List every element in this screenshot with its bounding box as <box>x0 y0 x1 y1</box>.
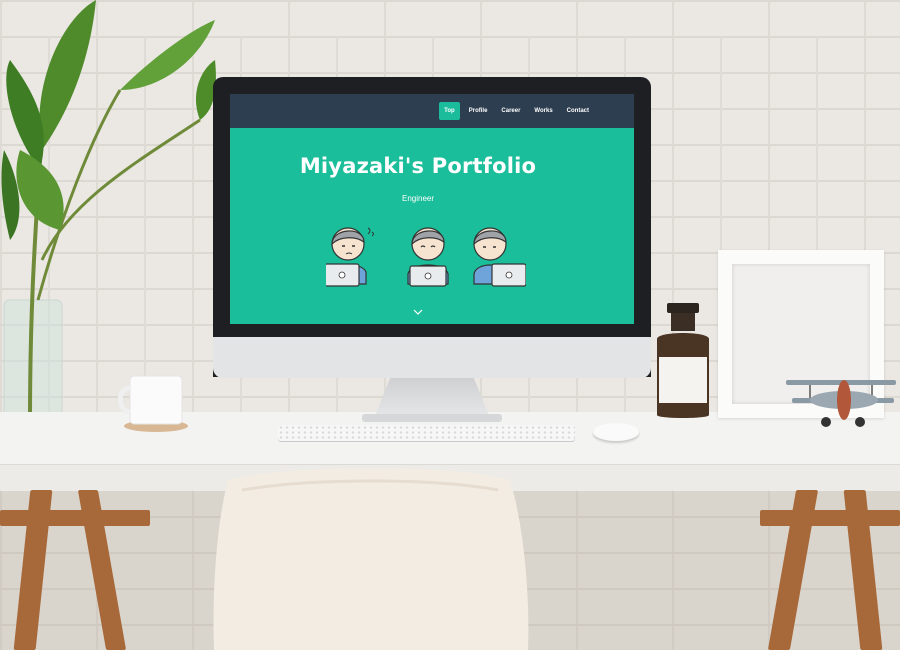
amber-bottle-photo <box>657 303 709 418</box>
desk-leg <box>0 510 150 526</box>
nav-item-career[interactable]: Career <box>496 102 525 120</box>
engineer-confused-icon <box>326 227 374 287</box>
monitor-chin <box>213 337 651 378</box>
nav-item-contact[interactable]: Contact <box>562 102 594 120</box>
nav-item-works[interactable]: Works <box>529 102 557 120</box>
desk-leg <box>760 510 900 526</box>
mouse <box>593 423 639 441</box>
monitor-stand-base <box>362 414 502 422</box>
nav-links: Top Profile Career Works Contact <box>439 102 594 120</box>
chevron-down-icon[interactable] <box>412 307 424 317</box>
coffee-mug-photo <box>118 375 188 432</box>
nav-item-top[interactable]: Top <box>439 102 460 120</box>
character-illustrations <box>326 224 526 290</box>
keyboard <box>278 425 575 441</box>
engineer-typing-icon <box>473 227 526 287</box>
nav-item-profile[interactable]: Profile <box>464 102 493 120</box>
monitor-stand <box>374 378 490 418</box>
hero-subtitle: Engineer <box>401 194 435 203</box>
model-plane-photo <box>786 380 896 427</box>
navbar: Top Profile Career Works Contact <box>230 94 634 128</box>
hero-title: Miyazaki's Portfolio <box>299 154 537 178</box>
plant-photo <box>1 0 216 421</box>
engineer-working-icon <box>407 227 449 287</box>
website-screen: Top Profile Career Works Contact Miyazak… <box>230 94 634 324</box>
chair-photo <box>213 468 529 650</box>
